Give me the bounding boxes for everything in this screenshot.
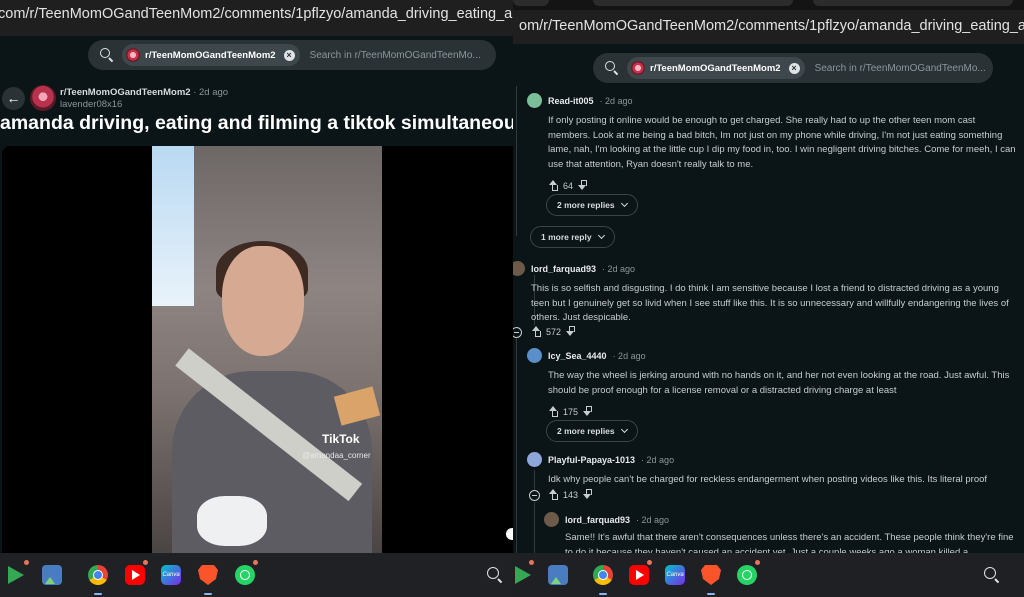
user-avatar[interactable] xyxy=(544,512,559,527)
search-icon xyxy=(605,61,619,75)
comment-author[interactable]: Playful-Papaya-1013 xyxy=(548,455,635,465)
collapse-thread-icon[interactable] xyxy=(529,490,540,501)
comment: lord_farquad93 · 2d ago This is so selfi… xyxy=(513,261,1018,326)
taskbar-right xyxy=(513,553,1024,597)
clear-community-icon[interactable]: × xyxy=(283,49,295,61)
comment-body: Idk why people can't be charged for reck… xyxy=(548,474,988,485)
community-avatar xyxy=(126,48,140,62)
comment-author[interactable]: Icy_Sea_4440 xyxy=(548,351,607,361)
comment: Playful-Papaya-1013 · 2d ago Idk why peo… xyxy=(527,452,1017,488)
post-age: · 2d ago xyxy=(193,87,229,98)
tiktok-watermark: TikTok xyxy=(322,432,360,446)
user-avatar[interactable] xyxy=(527,93,542,108)
vote-count: 143 xyxy=(563,489,579,500)
post-subreddit[interactable]: r/TeenMomOGandTeenMom2 · 2d ago xyxy=(60,87,228,98)
downvote-icon[interactable] xyxy=(565,326,576,337)
comment-body: Same!! It's awful that there aren't cons… xyxy=(565,532,1014,553)
comment-author[interactable]: lord_farquad93 xyxy=(531,264,596,274)
comment: Icy_Sea_4440 · 2d ago The way the wheel … xyxy=(527,348,1017,418)
whatsapp-icon[interactable] xyxy=(737,565,757,585)
comment: lord_farquad93 · 2d ago Same!! It's awfu… xyxy=(544,512,1019,553)
youtube-icon[interactable] xyxy=(629,565,649,585)
comment-age: · 2d ago xyxy=(636,514,670,525)
comment-body: The way the wheel is jerking around with… xyxy=(548,370,1010,396)
photos-icon[interactable] xyxy=(548,565,568,585)
comment-age: · 2d ago xyxy=(641,454,675,465)
post-title: amanda driving, eating and filming a tik… xyxy=(0,112,513,135)
community-avatar xyxy=(631,61,645,75)
canva-icon[interactable]: Canva xyxy=(161,565,181,585)
search-icon xyxy=(100,48,114,62)
comment-author[interactable]: lord_farquad93 xyxy=(565,515,630,525)
play-store-icon[interactable] xyxy=(513,565,533,585)
community-chip: r/TeenMomOGandTeenMom2 × xyxy=(122,44,300,66)
comment-body: This is so selfish and disgusting. I do … xyxy=(531,283,1009,324)
post-author[interactable]: lavender08x16 xyxy=(60,99,122,110)
subreddit-search-bar[interactable]: r/TeenMomOGandTeenMom2 × Search in r/Tee… xyxy=(88,40,496,70)
vote-count: 572 xyxy=(546,326,562,337)
comment-author[interactable]: Read-it005 xyxy=(548,96,594,106)
browser-tab[interactable] xyxy=(813,0,1013,6)
canva-icon[interactable]: Canva xyxy=(665,565,685,585)
search-placeholder: Search in r/TeenMomOGandTeenMo... xyxy=(814,62,986,74)
comment-body: If only posting it online would be enoug… xyxy=(548,115,1016,170)
subreddit-search-bar[interactable]: r/TeenMomOGandTeenMom2 × Search in r/Tee… xyxy=(593,53,993,83)
launcher-search-icon[interactable] xyxy=(984,567,1000,583)
upvote-icon[interactable] xyxy=(548,406,559,418)
browser-tab[interactable] xyxy=(593,0,793,6)
more-replies-button[interactable]: 2 more replies xyxy=(546,420,638,442)
chrome-icon[interactable] xyxy=(593,565,613,585)
comment: Read-it005 · 2d ago If only posting it o… xyxy=(527,93,1017,192)
vote-bar: 143 xyxy=(548,489,593,500)
downvote-icon[interactable] xyxy=(582,406,593,417)
scroll-indicator[interactable] xyxy=(506,528,513,540)
chrome-icon[interactable] xyxy=(88,565,108,585)
downvote-icon[interactable] xyxy=(582,489,593,500)
user-avatar[interactable] xyxy=(527,348,542,363)
youtube-icon[interactable] xyxy=(125,565,145,585)
video-player[interactable]: TikTok @amandaa_corner xyxy=(2,146,513,553)
left-browser-window: com/r/TeenMomOGandTeenMom2/comments/1pfl… xyxy=(0,0,513,553)
whatsapp-icon[interactable] xyxy=(235,565,255,585)
back-button[interactable]: ← xyxy=(2,87,25,110)
community-chip: r/TeenMomOGandTeenMom2 × xyxy=(627,57,805,79)
vote-bar: 175 xyxy=(548,406,1017,418)
more-replies-button[interactable]: 2 more replies xyxy=(546,194,638,216)
search-placeholder: Search in r/TeenMomOGandTeenMo... xyxy=(309,49,481,61)
upvote-icon[interactable] xyxy=(531,326,542,337)
url-text: om/r/TeenMomOGandTeenMom2/comments/1pflz… xyxy=(519,18,1024,34)
address-bar[interactable]: com/r/TeenMomOGandTeenMom2/comments/1pfl… xyxy=(0,0,513,36)
launcher-search-icon[interactable] xyxy=(487,567,503,583)
video-still: TikTok @amandaa_corner xyxy=(152,146,382,553)
user-avatar[interactable] xyxy=(527,452,542,467)
chevron-down-icon xyxy=(620,425,628,434)
tiktok-handle: @amandaa_corner xyxy=(302,451,371,460)
vote-bar: 64 xyxy=(548,180,1017,192)
user-avatar[interactable] xyxy=(513,261,525,276)
subreddit-avatar[interactable] xyxy=(30,85,56,111)
more-replies-button[interactable]: 1 more reply xyxy=(530,226,615,248)
vote-count: 175 xyxy=(563,406,579,417)
collapse-thread-icon[interactable] xyxy=(513,327,522,338)
address-bar[interactable]: om/r/TeenMomOGandTeenMom2/comments/1pflz… xyxy=(513,0,1024,44)
play-store-icon[interactable] xyxy=(6,565,26,585)
right-browser-window: om/r/TeenMomOGandTeenMom2/comments/1pflz… xyxy=(513,0,1024,553)
url-text: com/r/TeenMomOGandTeenMom2/comments/1pfl… xyxy=(0,6,513,22)
vote-count: 64 xyxy=(563,180,574,191)
downvote-icon[interactable] xyxy=(577,180,588,191)
comment-age: · 2d ago xyxy=(602,263,636,274)
photos-icon[interactable] xyxy=(42,565,62,585)
upvote-icon[interactable] xyxy=(548,180,559,192)
chevron-down-icon xyxy=(597,231,605,240)
chevron-down-icon xyxy=(620,199,628,208)
tab-strip xyxy=(513,0,1024,10)
clear-community-icon[interactable]: × xyxy=(788,62,800,74)
vote-bar: 572 xyxy=(531,326,576,337)
comment-age: · 2d ago xyxy=(599,95,633,106)
browser-tab[interactable] xyxy=(513,0,549,6)
comment-age: · 2d ago xyxy=(612,350,646,361)
upvote-icon[interactable] xyxy=(548,489,559,500)
